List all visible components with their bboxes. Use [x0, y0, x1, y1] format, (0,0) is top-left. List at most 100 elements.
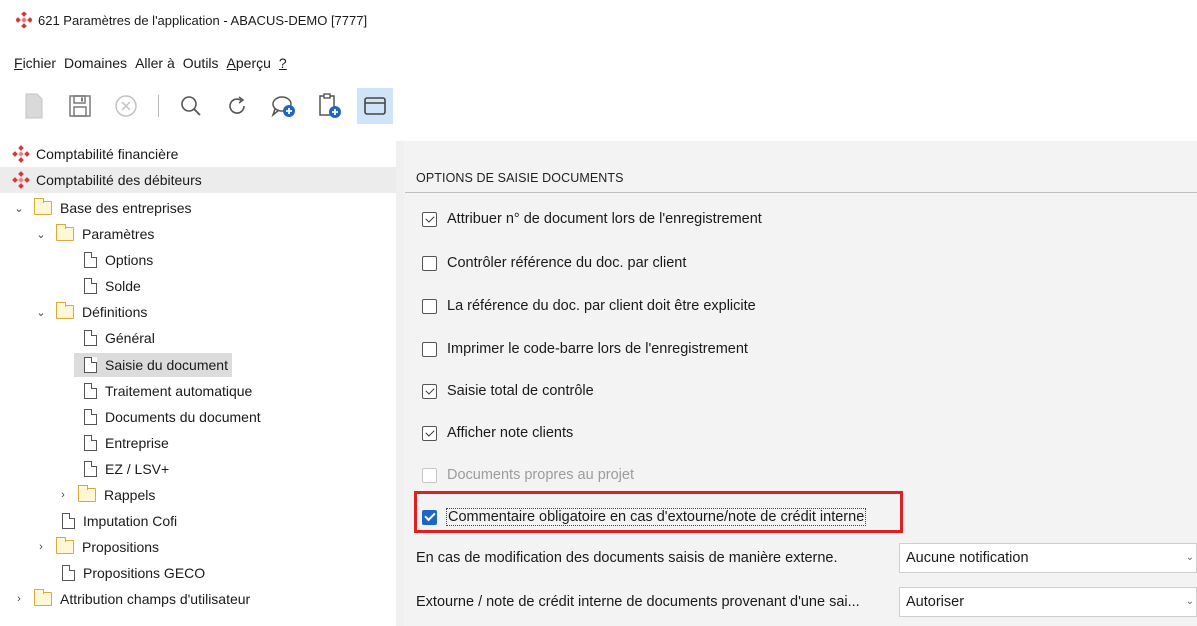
- tree-item-label: Base des entreprises: [60, 200, 192, 216]
- navigation-tree: Comptabilité financière Comptabilité des…: [0, 141, 396, 626]
- clipboard-add-button[interactable]: [311, 88, 347, 124]
- cancel-icon: [115, 95, 137, 117]
- tree-item-label: Paramètres: [82, 226, 155, 242]
- option-attribuer-numero[interactable]: Attribuer n° de document lors de l'enreg…: [422, 207, 762, 231]
- abacus-logo-icon: [15, 11, 33, 29]
- chevron-right-icon[interactable]: ›: [56, 488, 70, 502]
- tree-item-label-selected: Saisie du document: [105, 357, 228, 373]
- tree-item-propositions-geco[interactable]: Propositions GECO: [0, 560, 396, 586]
- document-icon: [84, 357, 97, 373]
- toolbar-separator: [158, 95, 159, 117]
- chevron-down-icon: ⌄: [1185, 596, 1194, 607]
- save-icon: [69, 95, 91, 117]
- checkbox[interactable]: [422, 255, 437, 271]
- tree-item-label: Rappels: [104, 487, 156, 503]
- chevron-down-icon[interactable]: ⌄: [34, 305, 48, 319]
- search-icon: [181, 96, 201, 116]
- tree-item-comptabilite-debiteurs[interactable]: Comptabilité des débiteurs: [0, 167, 396, 193]
- folder-icon: [34, 198, 52, 215]
- tree-item-label: Comptabilité des débiteurs: [36, 172, 202, 188]
- tree-item-label: Traitement automatique: [105, 383, 253, 399]
- folder-icon: [56, 224, 74, 241]
- option-controler-reference[interactable]: Contrôler référence du doc. par client: [422, 251, 686, 275]
- tree-item-documents-document[interactable]: Documents du document: [0, 404, 396, 430]
- menu-apercu[interactable]: Aperçu: [227, 55, 271, 71]
- new-document-button[interactable]: [16, 88, 52, 124]
- tree-item-entreprise[interactable]: Entreprise: [0, 430, 396, 456]
- search-button[interactable]: [173, 88, 209, 124]
- tree-item-base-entreprises[interactable]: ⌄ Base des entreprises: [0, 195, 396, 221]
- tree-item-traitement-automatique[interactable]: Traitement automatique: [0, 378, 396, 404]
- abacus-icon: [12, 145, 30, 163]
- document-icon: [84, 383, 97, 399]
- chevron-right-icon[interactable]: ›: [34, 540, 48, 554]
- document-icon: [62, 513, 75, 529]
- cancel-button[interactable]: [108, 88, 144, 124]
- document-icon: [84, 409, 97, 425]
- tree-item-imputation-cofi[interactable]: Imputation Cofi: [0, 508, 396, 534]
- tree-item-definitions[interactable]: ⌄ Définitions: [0, 299, 396, 325]
- field-label-modification-externe: En cas de modification des documents sai…: [416, 550, 838, 566]
- option-afficher-note[interactable]: Afficher note clients: [422, 421, 573, 445]
- tree-item-label: Propositions: [82, 539, 160, 555]
- option-saisie-total[interactable]: Saisie total de contrôle: [422, 379, 594, 403]
- comment-add-icon: [271, 96, 295, 118]
- chevron-down-icon: ⌄: [1185, 552, 1194, 563]
- tree-item-attribution-champs[interactable]: › Attribution champs d'utilisateur: [0, 586, 396, 612]
- window-view-button[interactable]: [357, 88, 393, 124]
- tree-item-general[interactable]: Général: [0, 325, 396, 351]
- tree-item-comptabilite-financiere[interactable]: Comptabilité financière: [0, 141, 396, 167]
- add-comment-button[interactable]: [265, 88, 301, 124]
- option-label: La référence du doc. par client doit êtr…: [447, 298, 756, 314]
- select-modification-externe[interactable]: Aucune notification ⌄: [899, 543, 1197, 573]
- menu-help[interactable]: ?: [279, 55, 287, 71]
- option-label: Afficher note clients: [447, 425, 574, 441]
- tree-item-saisie-document[interactable]: Saisie du document: [0, 352, 396, 378]
- checkbox[interactable]: [422, 509, 437, 525]
- option-label: Imprimer le code-barre lors de l'enregis…: [447, 341, 748, 357]
- tree-item-ez-lsv[interactable]: EZ / LSV+: [0, 456, 396, 482]
- window-icon: [364, 97, 386, 115]
- tree-item-rappels[interactable]: › Rappels: [0, 482, 396, 508]
- tree-item-label: Propositions GECO: [83, 565, 206, 581]
- tree-item-label: EZ / LSV+: [105, 461, 170, 477]
- checkbox[interactable]: [422, 341, 437, 357]
- option-commentaire-obligatoire[interactable]: Commentaire obligatoire en cas d'extourn…: [422, 505, 867, 529]
- tree-item-options[interactable]: Options: [0, 247, 396, 273]
- option-label: Contrôler référence du doc. par client: [447, 255, 687, 271]
- menu-domaines[interactable]: Domaines: [64, 55, 127, 71]
- checkbox[interactable]: [422, 298, 437, 314]
- save-button[interactable]: [62, 88, 98, 124]
- chevron-right-icon[interactable]: ›: [12, 592, 26, 606]
- chevron-down-icon[interactable]: ⌄: [34, 227, 48, 241]
- title-bar: 621 Paramètres de l'application - ABACUS…: [0, 0, 1197, 40]
- new-document-icon: [25, 93, 43, 119]
- menu-outils[interactable]: Outils: [183, 55, 219, 71]
- document-icon: [84, 435, 97, 451]
- tree-item-label: Général: [105, 330, 155, 346]
- tree-item-label: Imputation Cofi: [83, 513, 178, 529]
- option-imprimer-code-barre[interactable]: Imprimer le code-barre lors de l'enregis…: [422, 337, 748, 361]
- option-reference-explicite[interactable]: La référence du doc. par client doit êtr…: [422, 294, 756, 318]
- folder-icon: [34, 589, 52, 606]
- menu-aller-a[interactable]: Aller à: [135, 55, 175, 71]
- tree-item-solde[interactable]: Solde: [0, 273, 396, 299]
- tree-item-propositions[interactable]: › Propositions: [0, 534, 396, 560]
- document-icon: [62, 565, 75, 581]
- checkbox[interactable]: [422, 383, 437, 399]
- tree-item-label: Documents du document: [105, 409, 261, 425]
- checkbox[interactable]: [422, 211, 437, 227]
- chevron-down-icon[interactable]: ⌄: [12, 201, 26, 215]
- section-title: OPTIONS DE SAISIE DOCUMENTS: [416, 171, 624, 185]
- document-icon: [84, 278, 97, 294]
- tree-item-label: Comptabilité financière: [36, 146, 179, 162]
- checkbox[interactable]: [422, 425, 437, 441]
- field-label-extourne: Extourne / note de crédit interne de doc…: [416, 594, 860, 610]
- clipboard-add-icon: [319, 93, 341, 118]
- option-documents-projet: Documents propres au projet: [422, 463, 634, 487]
- select-extourne[interactable]: Autoriser ⌄: [899, 587, 1197, 617]
- tree-item-parametres[interactable]: ⌄ Paramètres: [0, 221, 396, 247]
- abacus-icon: [12, 171, 30, 189]
- menu-fichier[interactable]: Fichier: [14, 55, 56, 71]
- refresh-button[interactable]: [219, 88, 255, 124]
